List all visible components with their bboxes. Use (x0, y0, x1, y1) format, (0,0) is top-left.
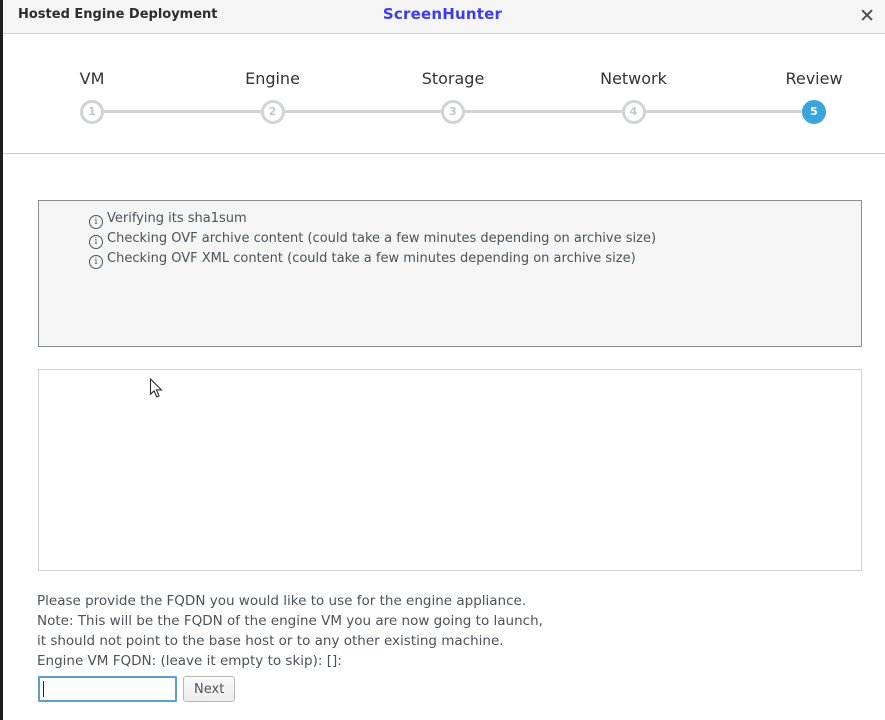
prompt-line: it should not point to the base host or … (37, 631, 543, 651)
step-label: VM (80, 69, 105, 88)
hosted-engine-deployment-dialog: { "window": { "title": "Hosted Engine De… (0, 0, 885, 720)
prompt-line: Please provide the FQDN you would like t… (37, 591, 543, 611)
window-left-edge (0, 0, 3, 720)
step-label: Review (785, 69, 842, 88)
log-box: i Verifying its sha1sum i Checking OVF arch… (38, 200, 862, 347)
log-text: Checking OVF archive content (could take… (107, 231, 656, 246)
screenhunter-watermark: ScreenHunter (383, 5, 502, 23)
log-text: Checking OVF XML content (could take a f… (107, 251, 636, 266)
prompt-text: Please provide the FQDN you would like t… (37, 591, 543, 671)
close-icon[interactable]: ✕ (859, 4, 875, 28)
step-circle: 3 (441, 100, 465, 124)
text-caret (43, 681, 44, 697)
info-icon: i (89, 215, 103, 229)
next-button[interactable]: Next (183, 676, 235, 702)
dialog-titlebar: Hosted Engine Deployment ScreenHunter ✕ (0, 0, 885, 34)
log-line: i Checking OVF XML content (could take a … (89, 249, 851, 269)
step-label: Engine (245, 69, 300, 88)
prompt-line: Note: This will be the FQDN of the engin… (37, 611, 543, 631)
wizard-stepper: VM 1 Engine 2 Storage 3 Network 4 Review 5 (0, 34, 885, 154)
engine-vm-fqdn-input[interactable] (38, 676, 177, 702)
log-text: Verifying its sha1sum (107, 211, 247, 226)
prompt-line: Engine VM FQDN: (leave it empty to skip)… (37, 651, 543, 671)
step-label: Network (600, 69, 667, 88)
step-circle: 2 (261, 100, 285, 124)
terminal-output-box (38, 369, 862, 571)
dialog-title: Hosted Engine Deployment (18, 7, 218, 22)
step-circle: 1 (80, 100, 104, 124)
step-label: Storage (422, 69, 485, 88)
log-line: i Checking OVF archive content (could tak… (89, 229, 851, 249)
info-icon: i (89, 255, 103, 269)
log-line: i Verifying its sha1sum (89, 209, 851, 229)
mouse-cursor-icon (149, 378, 163, 399)
step-circle: 5 (802, 100, 826, 124)
info-icon: i (89, 235, 103, 249)
step-circle: 4 (622, 100, 646, 124)
